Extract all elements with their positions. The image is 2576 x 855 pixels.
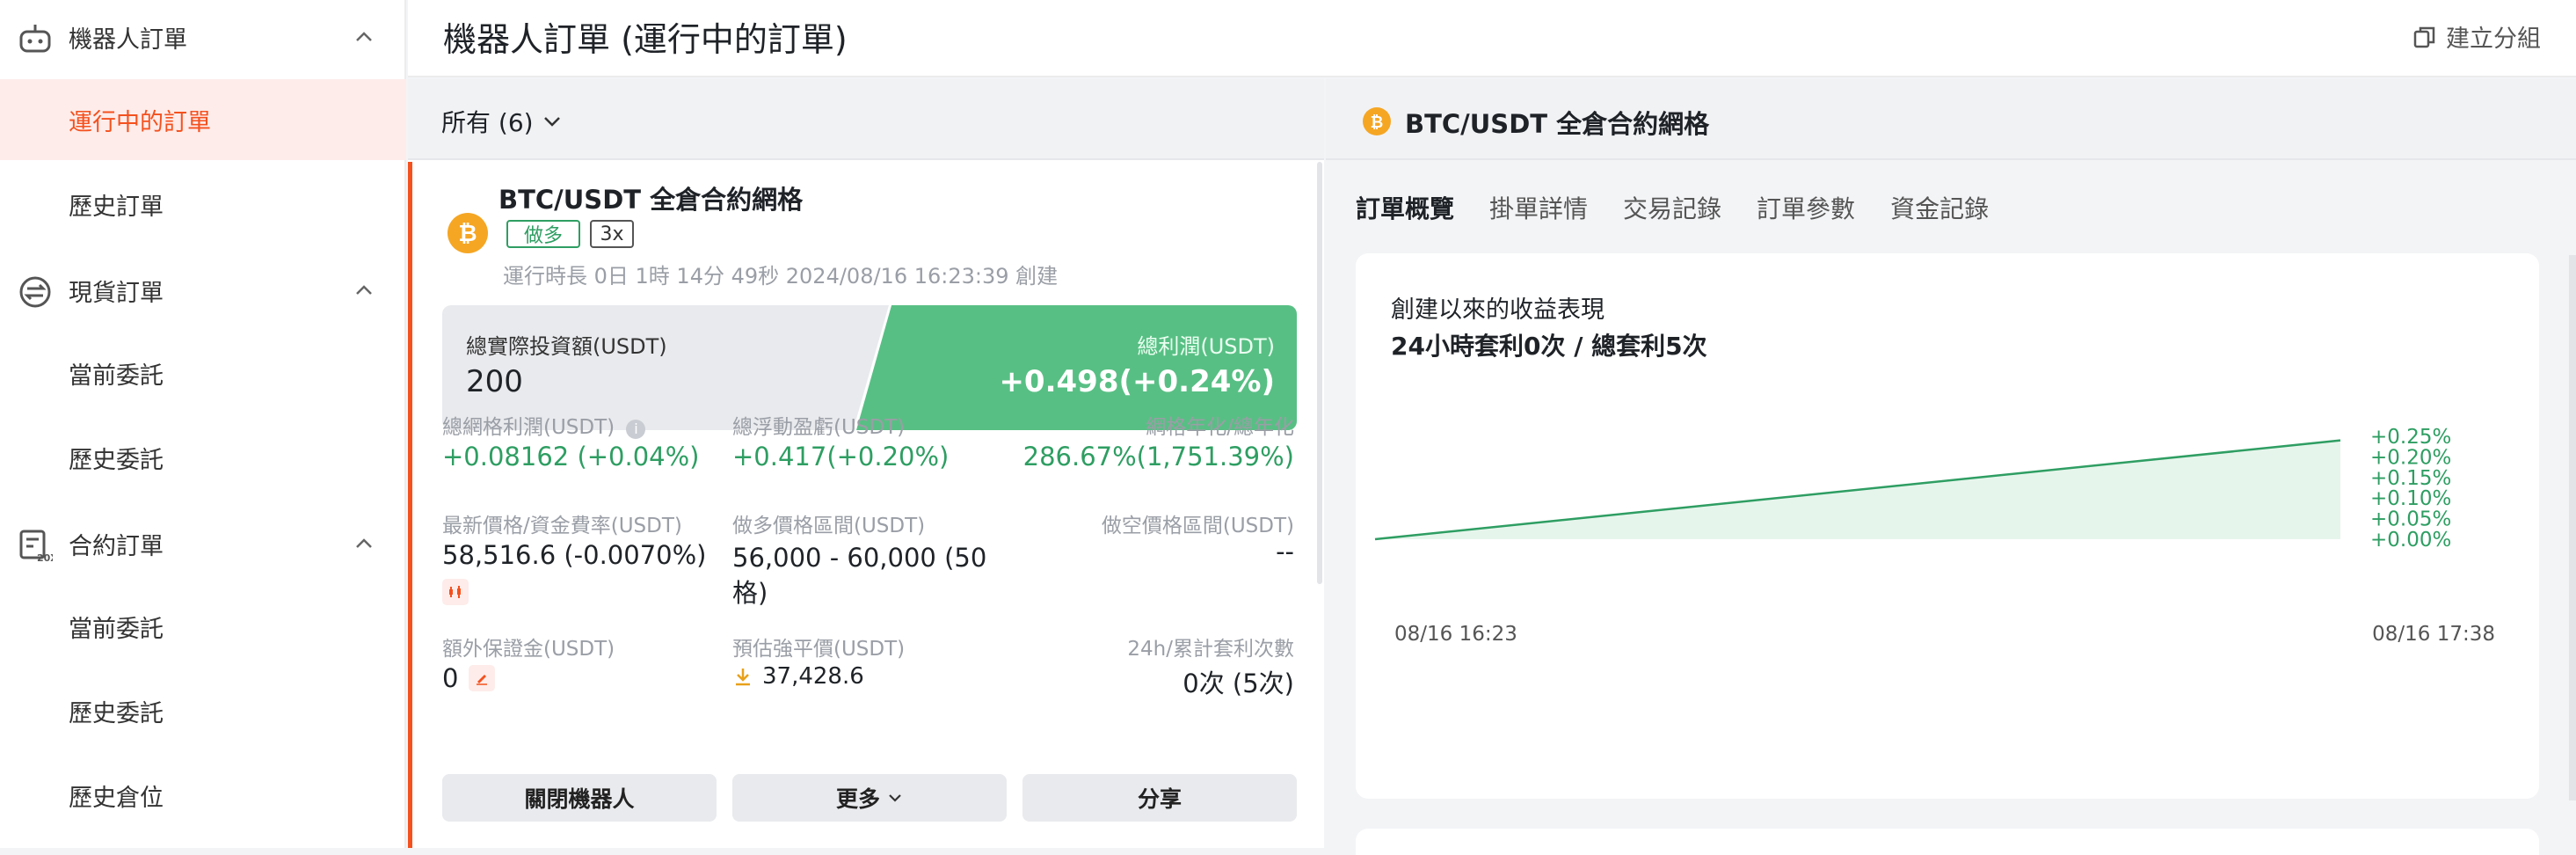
short-range-value: -- (1276, 537, 1294, 566)
y-tick-label: +0.10% (2370, 487, 2451, 510)
detail-header: ₿ BTC/USDT 全倉合約網格 (1326, 79, 2576, 160)
close-robot-button[interactable]: 關閉機器人 (442, 774, 717, 822)
apr-label: 網格年化/總年化 (1146, 416, 1294, 439)
filter-label: 所有 (6) (441, 108, 534, 137)
grid-profit-value: +0.08162 (+0.04%) (442, 442, 700, 471)
filter-dropdown[interactable]: 所有 (6) (441, 104, 562, 139)
arb-count-value: 0次 (5次) (1182, 669, 1294, 698)
order-card[interactable]: ₿ BTC/USDT 全倉合約網格 做多 3x 運行時長 0日 1時 14分 4… (408, 162, 1324, 848)
chevron-up-icon (356, 538, 372, 548)
sidebar-group-label: 合約訂單 (69, 532, 164, 560)
sidebar-item-history-orders[interactable]: 歷史訂單 (0, 164, 406, 245)
next-card (1356, 829, 2539, 855)
profit-label: 總利潤(USDT) (1137, 334, 1275, 359)
order-list-panel: 所有 (6) ₿ BTC/USDT 全倉合約網格 做多 3x 運行時長 0日 1… (408, 79, 1324, 848)
info-icon[interactable]: i (626, 420, 646, 439)
sidebar-group-contract-orders[interactable]: 20X 合約訂單 (0, 508, 406, 579)
chevron-down-icon (889, 794, 901, 802)
svg-text:20X: 20X (37, 552, 53, 563)
y-tick-label: +0.00% (2370, 529, 2451, 552)
create-group-label: 建立分組 (2446, 26, 2541, 53)
grid-profit-label: 總網格利潤(USDT) i (442, 410, 646, 440)
detail-scrollbar[interactable] (2569, 255, 2576, 800)
extra-margin-label: 額外保證金(USDT) (442, 638, 615, 661)
extra-margin-value: 0 (442, 663, 459, 693)
sidebar-group-label: 機器人訂單 (69, 26, 187, 54)
last-price-value: 58,516.6 (-0.0070%) (442, 540, 707, 570)
y-tick-label: +0.05% (2370, 508, 2451, 531)
detail-title: BTC/USDT 全倉合約網格 (1405, 109, 1710, 139)
more-label: 更多 (835, 786, 880, 812)
sidebar-item-position-history[interactable]: 歷史倉位 (0, 755, 406, 836)
arrow-down-icon (736, 669, 750, 686)
sidebar-item-contract-history[interactable]: 歷史委託 (0, 670, 406, 751)
create-group-button[interactable]: 建立分組 (2412, 19, 2541, 54)
sidebar-group-robot-orders[interactable]: 機器人訂單 (0, 2, 406, 72)
bitcoin-icon: ₿ (448, 213, 488, 253)
chevron-up-icon (356, 285, 372, 295)
tab-trade-records[interactable]: 交易記錄 (1623, 190, 1721, 225)
chevron-up-icon (356, 32, 372, 41)
bitcoin-icon: ₿ (1363, 107, 1391, 135)
chevron-down-icon (543, 117, 560, 127)
robot-icon (19, 25, 51, 53)
extra-margin-row: 0 (442, 663, 496, 693)
filter-bar: 所有 (6) (408, 79, 1324, 160)
sidebar-group-spot-orders[interactable]: 現貨訂單 (0, 255, 406, 325)
order-detail-panel: ₿ BTC/USDT 全倉合約網格 訂單概覽 掛單詳情 交易記錄 訂單參數 資金… (1326, 79, 2576, 855)
liq-price-row: 37,428.6 (732, 663, 864, 690)
y-tick-label: +0.15% (2370, 467, 2451, 490)
float-pnl-value: +0.417(+0.20%) (732, 442, 950, 471)
scrollbar[interactable] (1317, 162, 1322, 584)
profit-chart-card: 創建以來的收益表現 24小時套利0次 / 總套利5次 +0.25% +0.20% +… (1356, 253, 2539, 799)
tab-fund-records[interactable]: 資金記錄 (1890, 190, 1989, 225)
apr-value: 286.67%(1,751.39%) (1022, 442, 1294, 471)
x-tick-label: 08/16 16:23 (1394, 623, 1517, 646)
liq-price-label: 預估強平價(USDT) (732, 638, 906, 661)
investment-label: 總實際投資額(USDT) (466, 334, 667, 359)
sidebar: 機器人訂單 運行中的訂單 歷史訂單 現貨訂單 當前委託 歷史委託 20X 合約訂… (0, 0, 406, 848)
edit-icon[interactable] (469, 665, 496, 691)
runtime-text: 運行時長 0日 1時 14分 49秒 2024/08/16 16:23:39 創… (503, 264, 1059, 289)
arb-count-label: 24h/累計套利次數 (1127, 638, 1294, 661)
tab-open-orders[interactable]: 掛單詳情 (1489, 190, 1588, 225)
sidebar-item-spot-history[interactable]: 歷史委託 (0, 417, 406, 498)
tab-overview[interactable]: 訂單概覽 (1356, 190, 1454, 225)
sidebar-item-spot-current[interactable]: 當前委託 (0, 332, 406, 413)
more-button[interactable]: 更多 (732, 774, 1007, 822)
y-tick-label: +0.20% (2370, 446, 2451, 469)
exchange-icon (19, 276, 51, 308)
sidebar-item-contract-current[interactable]: 當前委託 (0, 586, 406, 667)
long-range-label: 做多價格區間(USDT) (732, 515, 926, 537)
profit-value: +0.498(+0.24%) (999, 364, 1275, 399)
investment-value: 200 (466, 364, 523, 399)
long-range-value: 56,000 - 60,000 (50格) (732, 543, 987, 608)
copy-icon (2413, 26, 2435, 48)
sidebar-group-label: 現貨訂單 (69, 279, 164, 307)
leverage-badge: 3x (590, 220, 634, 248)
direction-badge: 做多 (506, 220, 580, 248)
x-tick-label: 08/16 17:38 (2372, 623, 2495, 646)
float-pnl-label: 總浮動盈虧(USDT) (732, 416, 906, 439)
short-range-label: 做空價格區間(USDT) (1101, 515, 1294, 537)
svg-text:₿: ₿ (458, 221, 477, 247)
svg-text:₿: ₿ (1371, 113, 1384, 132)
share-button[interactable]: 分享 (1022, 774, 1297, 822)
tab-order-params[interactable]: 訂單參數 (1757, 190, 1855, 225)
sidebar-item-running-orders[interactable]: 運行中的訂單 (0, 79, 406, 160)
kline-icon[interactable] (442, 579, 469, 605)
contract-icon: 20X (19, 530, 53, 563)
page-title: 機器人訂單 (運行中的訂單) (443, 20, 848, 59)
liq-price-value: 37,428.6 (762, 663, 864, 690)
detail-tabs: 訂單概覽 掛單詳情 交易記錄 訂單參數 資金記錄 (1356, 190, 1989, 225)
y-tick-label: +0.25% (2370, 426, 2451, 449)
last-price-label: 最新價格/資金費率(USDT) (442, 515, 682, 537)
order-pair-name: BTC/USDT 全倉合約網格 (498, 185, 804, 215)
top-bar: 機器人訂單 (運行中的訂單) 建立分組 (408, 0, 2576, 77)
profit-chart: +0.25%+0.20%+0.15%+0.10%+0.05%+0.00% 08/1… (1374, 426, 2495, 646)
